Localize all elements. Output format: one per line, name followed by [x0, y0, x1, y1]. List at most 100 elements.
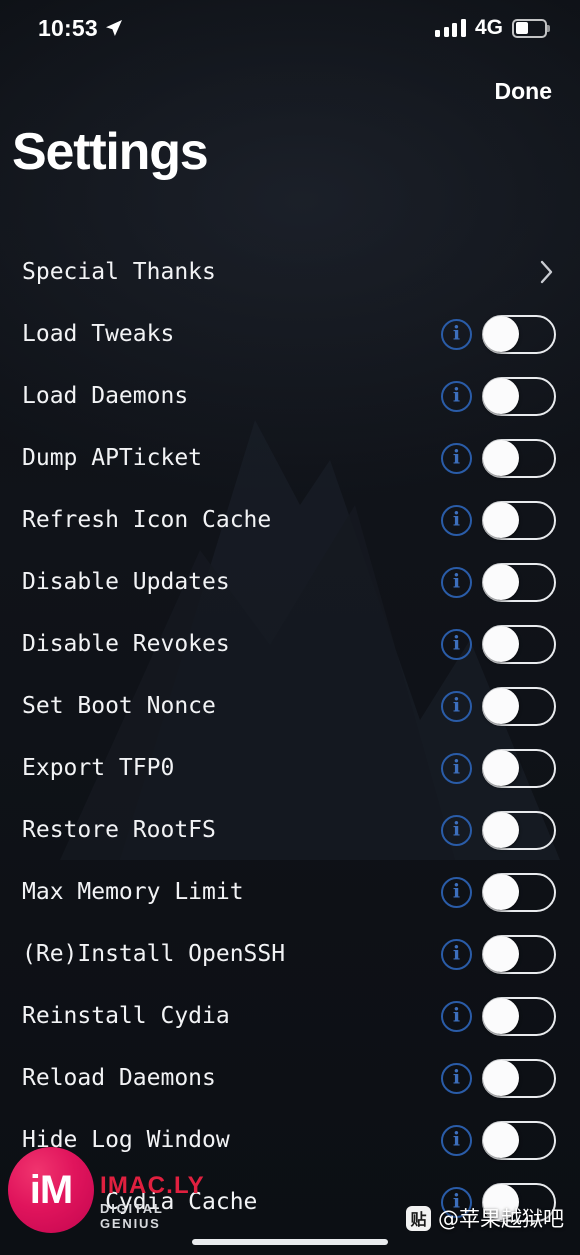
toggle-switch[interactable] — [482, 624, 556, 664]
info-icon[interactable]: i — [441, 814, 472, 846]
row-controls: i — [441, 1058, 556, 1098]
row-label: Restore RootFS — [22, 817, 216, 843]
toggle-knob — [483, 378, 519, 414]
row-controls: i — [441, 748, 556, 788]
row-controls: i — [441, 934, 556, 974]
info-icon[interactable]: i — [441, 628, 472, 660]
chevron-right-icon — [540, 260, 553, 284]
location-arrow-icon — [105, 20, 122, 36]
row-controls: i — [441, 810, 556, 850]
toggle-switch[interactable] — [482, 500, 556, 540]
settings-row-load-tweaks[interactable]: Load Tweaks i — [0, 303, 580, 365]
info-icon-glyph: i — [452, 632, 461, 654]
info-icon-glyph: i — [452, 322, 461, 344]
status-bar-right: 4G — [435, 16, 550, 40]
info-icon[interactable]: i — [441, 566, 472, 598]
toggle-switch[interactable] — [482, 686, 556, 726]
toggle-switch[interactable] — [482, 872, 556, 912]
row-label: Hide Log Window — [22, 1127, 230, 1153]
row-label: Special Thanks — [22, 259, 216, 285]
info-icon[interactable]: i — [441, 380, 472, 412]
settings-row-max-memory-limit[interactable]: Max Memory Limit i — [0, 861, 580, 923]
toggle-switch[interactable] — [482, 1120, 556, 1160]
settings-row-hide-log-window[interactable]: Hide Log Window i — [0, 1109, 580, 1171]
row-label: (Re)Install OpenSSH — [22, 941, 286, 967]
toggle-switch[interactable] — [482, 748, 556, 788]
row-controls: i — [441, 686, 556, 726]
info-icon-glyph: i — [452, 1128, 461, 1150]
row-label: Reload Daemons — [22, 1065, 216, 1091]
toggle-switch[interactable] — [482, 314, 556, 354]
info-icon-glyph: i — [452, 756, 461, 778]
info-icon[interactable]: i — [441, 1186, 472, 1218]
toggle-switch[interactable] — [482, 376, 556, 416]
settings-row-load-daemons[interactable]: Load Daemons i — [0, 365, 580, 427]
settings-row-restore-rootfs[interactable]: Restore RootFS i — [0, 799, 580, 861]
toggle-switch[interactable] — [482, 1058, 556, 1098]
info-icon[interactable]: i — [441, 938, 472, 970]
settings-row-disable-revokes[interactable]: Disable Revokes i — [0, 613, 580, 675]
toggle-knob — [483, 998, 519, 1034]
battery-icon — [512, 18, 550, 38]
row-controls: i — [441, 438, 556, 478]
row-label: Refresh Icon Cache — [22, 507, 272, 533]
toggle-switch[interactable] — [482, 1182, 556, 1222]
info-icon-glyph: i — [452, 818, 461, 840]
settings-row-re-install-openssh[interactable]: (Re)Install OpenSSH i — [0, 923, 580, 985]
info-icon-glyph: i — [452, 446, 461, 468]
row-controls: i — [441, 314, 556, 354]
info-icon-glyph: i — [452, 1066, 461, 1088]
settings-row-dump-apticket[interactable]: Dump APTicket i — [0, 427, 580, 489]
toggle-switch[interactable] — [482, 996, 556, 1036]
info-icon[interactable]: i — [441, 752, 472, 784]
toggle-switch[interactable] — [482, 810, 556, 850]
settings-row-refresh-icon-cache[interactable]: Refresh Icon Cache i — [0, 489, 580, 551]
toggle-knob — [483, 502, 519, 538]
toggle-knob — [483, 1184, 519, 1220]
row-controls: i — [441, 562, 556, 602]
info-icon-glyph: i — [452, 508, 461, 530]
row-label: Reinstall Cydia — [22, 1003, 230, 1029]
info-icon-glyph: i — [452, 1004, 461, 1026]
info-icon[interactable]: i — [441, 1062, 472, 1094]
info-icon[interactable]: i — [441, 318, 472, 350]
settings-row-disable-updates[interactable]: Disable Updates i — [0, 551, 580, 613]
toggle-knob — [483, 440, 519, 476]
row-controls: i — [441, 1120, 556, 1160]
settings-row-export-tfp0[interactable]: Export TFP0 i — [0, 737, 580, 799]
carrier-label: 4G — [474, 16, 503, 39]
status-bar-left: 10:53 — [38, 16, 123, 40]
toggle-switch[interactable] — [482, 438, 556, 478]
status-bar: 10:53 4G — [0, 0, 580, 56]
row-controls: i — [441, 996, 556, 1036]
info-icon[interactable]: i — [441, 876, 472, 908]
info-icon[interactable]: i — [441, 442, 472, 474]
info-icon[interactable]: i — [441, 504, 472, 536]
row-controls: i — [441, 1182, 556, 1222]
home-indicator[interactable] — [192, 1239, 388, 1245]
row-label: Export TFP0 — [22, 755, 175, 781]
settings-row-reinstall-cydia[interactable]: Reinstall Cydia i — [0, 985, 580, 1047]
settings-row-special-thanks[interactable]: Special Thanks — [0, 241, 580, 303]
info-icon[interactable]: i — [441, 1124, 472, 1156]
settings-row-set-boot-nonce[interactable]: Set Boot Nonce i — [0, 675, 580, 737]
toggle-knob — [483, 750, 519, 786]
toggle-knob — [483, 1122, 519, 1158]
toggle-knob — [483, 1060, 519, 1096]
toggle-switch[interactable] — [482, 562, 556, 602]
row-controls: i — [441, 624, 556, 664]
done-button[interactable]: Done — [495, 78, 553, 105]
toggle-knob — [483, 874, 519, 910]
info-icon[interactable]: i — [441, 1000, 472, 1032]
info-icon[interactable]: i — [441, 690, 472, 722]
info-icon-glyph: i — [452, 384, 461, 406]
row-label: Dump APTicket — [22, 445, 203, 471]
cellular-signal-icon — [435, 19, 466, 37]
settings-row-reset-cydia-cache[interactable]: Reset Cydia Cache i — [0, 1171, 580, 1233]
toggle-switch[interactable] — [482, 934, 556, 974]
settings-row-reload-daemons[interactable]: Reload Daemons i — [0, 1047, 580, 1109]
toggle-knob — [483, 316, 519, 352]
info-icon-glyph: i — [452, 880, 461, 902]
row-controls: i — [441, 376, 556, 416]
row-label: Disable Revokes — [22, 631, 230, 657]
